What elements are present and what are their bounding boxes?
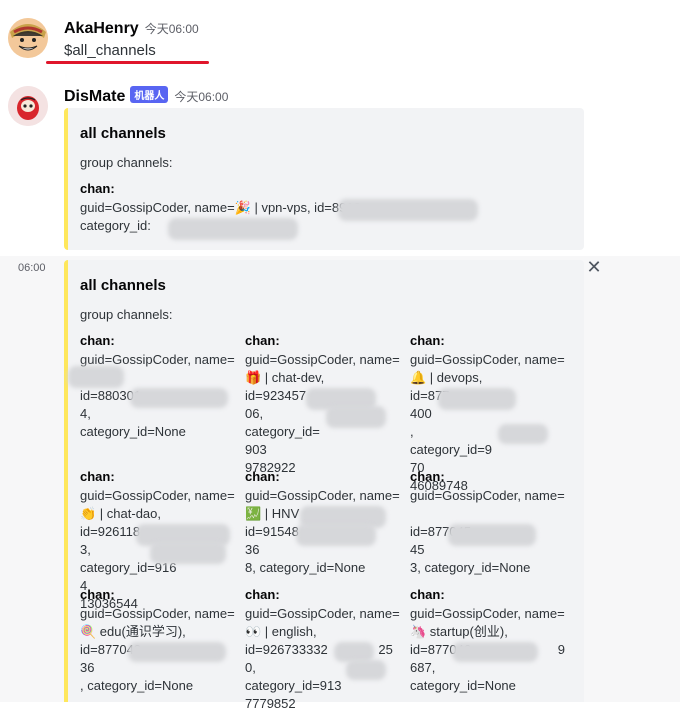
embed-field-6: chan: guid=GossipCoder, name= id=877045 … <box>410 468 568 577</box>
message-akahenry: AkaHenry 今天06:00 $all_channels <box>0 0 680 75</box>
field-name: chan: <box>80 333 115 348</box>
embed-field-8: chan: guid=GossipCoder, name= 👀 | englis… <box>245 586 403 713</box>
field-name: chan: <box>410 333 445 348</box>
field-name: chan: <box>80 587 115 602</box>
field-name: chan: <box>410 469 445 484</box>
field-name: chan: <box>245 587 280 602</box>
message-header: DisMate 机器人 今天06:00 <box>64 86 228 106</box>
redaction-blur <box>448 524 536 546</box>
embed-title: all channels <box>80 277 166 294</box>
close-icon[interactable]: ✕ <box>585 258 603 276</box>
message-header: AkaHenry 今天06:00 <box>64 20 199 38</box>
timestamp[interactable]: 今天06:00 <box>145 22 199 36</box>
redaction-blur <box>346 660 386 680</box>
embed: all channels group channels: chan: guid=… <box>64 108 584 250</box>
daruma-avatar[interactable] <box>8 86 48 126</box>
embed-description: group channels: <box>80 307 173 322</box>
field-name: chan: <box>80 469 115 484</box>
redaction-blur <box>334 642 374 662</box>
field-value: guid=GossipCoder, name= 👀 | english, id=… <box>245 606 400 711</box>
side-timestamp[interactable]: 06:00 <box>18 262 46 274</box>
field-name: chan: <box>245 333 280 348</box>
redaction-blur <box>150 542 226 564</box>
redaction-blur <box>438 388 516 410</box>
redaction-blur <box>498 424 548 444</box>
field-name: chan: <box>80 181 115 196</box>
redaction-blur <box>326 406 386 428</box>
timestamp[interactable]: 今天06:00 <box>174 90 228 104</box>
author-name[interactable]: AkaHenry <box>64 20 139 37</box>
luffy-avatar[interactable] <box>8 18 48 58</box>
redaction-blur <box>128 642 226 662</box>
field-name: chan: <box>410 587 445 602</box>
redaction-blur <box>338 199 478 221</box>
embed: all channels group channels: chan: guid=… <box>64 260 584 711</box>
message-content: $all_channels <box>64 42 156 59</box>
embed-title: all channels <box>80 125 166 142</box>
message-dismate: DisMate 机器人 今天06:00 all channels group cha… <box>0 80 680 256</box>
red-underline <box>46 61 209 64</box>
bot-badge: 机器人 <box>130 86 169 103</box>
redaction-blur <box>68 366 124 388</box>
redaction-blur <box>130 388 228 408</box>
embed-field-7: chan: guid=GossipCoder, name= 🍭 edu(通识学习… <box>80 586 238 695</box>
field-name: chan: <box>245 469 280 484</box>
redaction-blur <box>168 218 298 240</box>
embed-field-9: chan: guid=GossipCoder, name= 🦄 startup(… <box>410 586 568 695</box>
author-name[interactable]: DisMate <box>64 88 125 105</box>
redaction-blur <box>296 524 376 546</box>
embed-description: group channels: <box>80 155 173 170</box>
redaction-blur <box>452 642 538 662</box>
